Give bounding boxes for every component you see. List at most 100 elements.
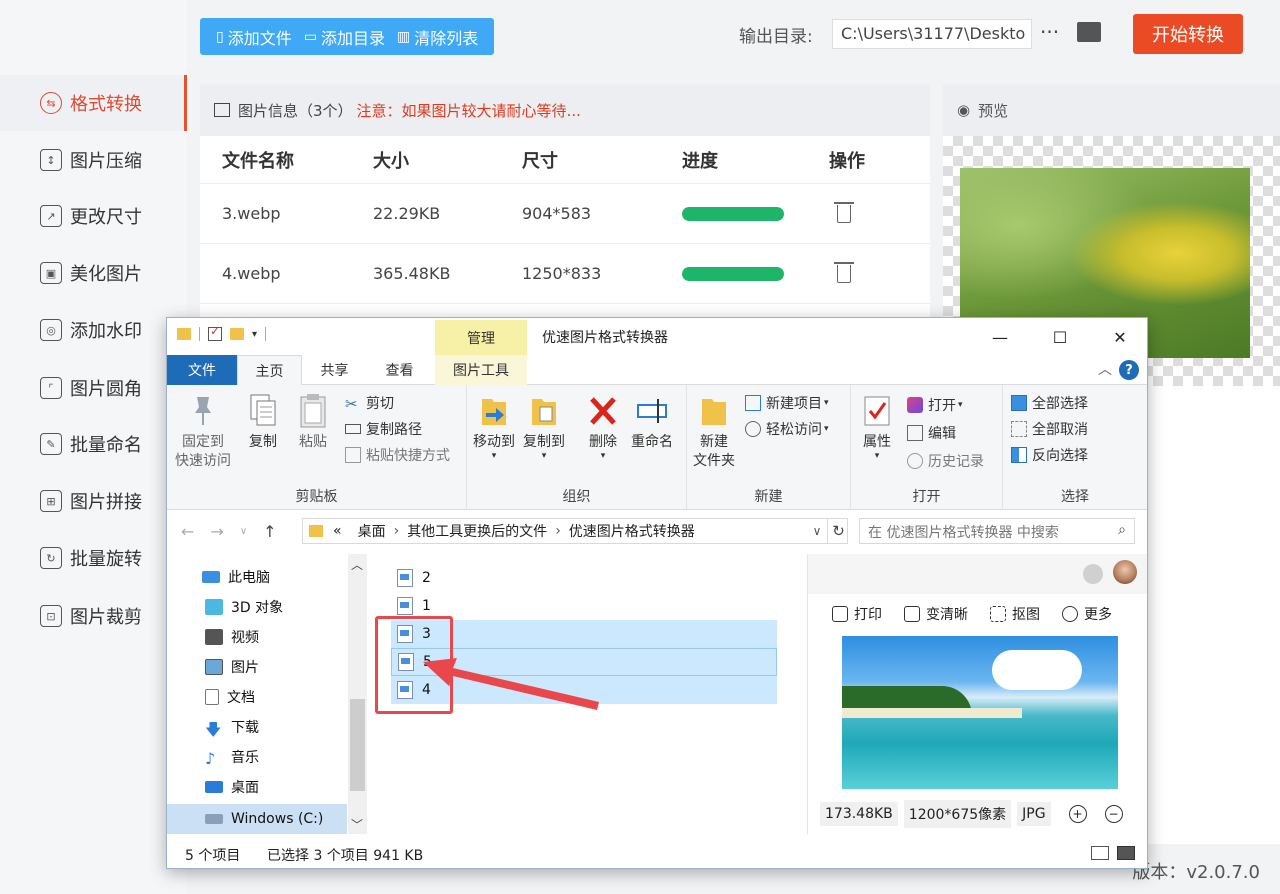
chevron-down-icon[interactable]: ∨: [240, 526, 247, 541]
easy-access-button[interactable]: 轻松访问 ▾: [745, 419, 829, 439]
copy-path-button[interactable]: 复制路径: [345, 419, 422, 439]
cut-label: 剪切: [366, 396, 394, 412]
maximize-icon[interactable]: ☐: [1047, 324, 1073, 350]
avatar[interactable]: [1113, 560, 1137, 584]
sidebar-item-resize[interactable]: ↗ 更改尺寸: [0, 188, 187, 244]
delete-icon[interactable]: [834, 201, 854, 223]
tab-home[interactable]: 主页: [237, 355, 302, 386]
folder-icon: [177, 328, 191, 340]
tab-file[interactable]: 文件: [167, 355, 237, 385]
start-convert-button[interactable]: 开始转换: [1133, 14, 1243, 54]
paste-button[interactable]: 粘贴: [297, 393, 329, 452]
tab-share[interactable]: 共享: [302, 355, 367, 385]
sidebar-item-rename[interactable]: ✎ 批量命名: [0, 416, 187, 472]
tab-view[interactable]: 查看: [367, 355, 432, 385]
cutout-button[interactable]: 抠图: [990, 604, 1040, 624]
table-row[interactable]: 4.webp 365.48KB 1250*833: [200, 244, 930, 304]
search-input[interactable]: 在 优速图片格式转换器 中搜索 ⌕: [859, 518, 1135, 544]
sidebar-item-stitch[interactable]: ⊞ 图片拼接: [0, 473, 187, 529]
nav-item-pictures[interactable]: 图片: [205, 652, 259, 682]
breadcrumb-item[interactable]: 桌面: [358, 521, 386, 541]
nav-item-music[interactable]: ♪ 音乐: [205, 742, 259, 772]
new-folder-label-2: 文件夹: [693, 453, 735, 469]
move-to-button[interactable]: 移动到 ▾: [473, 393, 515, 461]
breadcrumb-item[interactable]: 优速图片格式转换器: [569, 521, 695, 541]
history-button[interactable]: 历史记录: [907, 451, 984, 471]
copy-button[interactable]: 复制: [247, 393, 279, 452]
rename-button[interactable]: 重命名: [631, 393, 673, 452]
open-button[interactable]: 打开 ▾: [907, 395, 963, 415]
address-input[interactable]: « 桌面 › 其他工具更换后的文件 › 优速图片格式转换器: [302, 518, 848, 544]
trash-icon: ▥: [396, 28, 411, 45]
nav-item-videos[interactable]: 视频: [205, 622, 259, 652]
breadcrumb-item[interactable]: 其他工具更换后的文件: [407, 521, 547, 541]
nav-item-documents[interactable]: 文档: [205, 682, 255, 712]
minimize-icon[interactable]: —: [987, 324, 1013, 350]
nav-item-downloads[interactable]: 🡇 下载: [205, 712, 259, 742]
paste-shortcut-button[interactable]: 粘贴快捷方式: [345, 445, 450, 465]
chevron-down-icon[interactable]: ▾: [252, 329, 257, 340]
nav-item-desktop[interactable]: 桌面: [205, 772, 259, 802]
image-file-icon: [397, 569, 413, 587]
nav-item-windows-c[interactable]: Windows (C:): [167, 804, 347, 834]
delete-icon[interactable]: [834, 261, 854, 283]
delete-button[interactable]: 删除 ▾: [587, 393, 619, 461]
sidebar-item-watermark[interactable]: ◎ 添加水印: [0, 302, 187, 358]
add-dir-button[interactable]: ▭ 添加目录: [304, 25, 385, 49]
more-button[interactable]: 更多: [1062, 604, 1112, 624]
clear-list-button[interactable]: ▥ 清除列表: [397, 25, 478, 49]
invert-selection-button[interactable]: 反向选择: [1011, 445, 1088, 465]
open-folder-icon[interactable]: [1077, 22, 1101, 42]
cut-button[interactable]: ✂ 剪切: [345, 393, 394, 413]
output-dir-input[interactable]: C:\Users\31177\Deskto: [832, 19, 1032, 49]
pin-quick-access-button[interactable]: 固定到 快速访问: [175, 393, 231, 471]
chevron-down-icon[interactable]: ∨: [807, 518, 827, 544]
scroll-up-icon[interactable]: ︿: [351, 556, 363, 573]
sidebar-item-beautify[interactable]: ▣ 美化图片: [0, 245, 187, 301]
copy-to-button[interactable]: 复制到 ▾: [523, 393, 565, 461]
details-view-icon[interactable]: [1091, 846, 1109, 860]
new-item-button[interactable]: 新建项目 ▾: [745, 393, 829, 413]
manage-context-tab[interactable]: 管理: [435, 320, 527, 355]
properties-icon[interactable]: [208, 324, 222, 341]
properties-button[interactable]: 属性 ▾: [861, 393, 893, 461]
table-row[interactable]: 3.webp 22.29KB 904*583: [200, 184, 930, 244]
close-icon[interactable]: ✕: [1107, 324, 1133, 350]
music-icon: ♪: [205, 749, 216, 768]
print-button[interactable]: 打印: [832, 604, 882, 624]
up-icon[interactable]: ↑: [263, 522, 276, 541]
zoom-in-icon[interactable]: +: [1068, 805, 1087, 823]
sidebar-item-round-corner[interactable]: ⌜ 图片圆角: [0, 360, 187, 416]
tab-picture-tools[interactable]: 图片工具: [435, 355, 527, 385]
nav-item-label: 此电脑: [228, 570, 270, 586]
sidebar-item-crop[interactable]: ⊡ 图片裁剪: [0, 588, 187, 644]
file-item-name: 2: [422, 570, 431, 586]
large-icons-view-icon[interactable]: [1117, 846, 1135, 860]
new-folder-icon[interactable]: [230, 328, 244, 340]
forward-icon[interactable]: →: [210, 522, 223, 541]
select-none-button[interactable]: 全部取消: [1011, 419, 1088, 439]
nav-item-3d-objects[interactable]: 3D 对象: [205, 592, 283, 622]
sidebar-item-compress[interactable]: ↕ 图片压缩: [0, 132, 187, 188]
file-dims: 904*583: [522, 204, 592, 223]
back-icon[interactable]: ←: [181, 522, 194, 541]
select-all-button[interactable]: 全部选择: [1011, 393, 1088, 413]
refresh-icon[interactable]: ↻: [827, 518, 849, 544]
more-options-button[interactable]: ···: [1040, 20, 1059, 44]
enhance-button[interactable]: 变清晰: [904, 604, 968, 624]
help-icon[interactable]: ?: [1119, 360, 1139, 380]
edit-button[interactable]: 编辑: [907, 423, 956, 443]
add-file-button[interactable]: ▯ 添加文件: [216, 25, 292, 49]
nav-scrollbar[interactable]: ︿ ﹀: [348, 554, 367, 834]
list-item[interactable]: 2: [391, 564, 777, 592]
sidebar-item-format-convert[interactable]: ⇆ 格式转换: [0, 75, 187, 131]
breadcrumb-overflow[interactable]: «: [333, 523, 342, 539]
column-header: 操作: [829, 150, 865, 172]
new-folder-button[interactable]: 新建 文件夹: [693, 393, 735, 471]
sidebar-item-rotate[interactable]: ↻ 批量旋转: [0, 530, 187, 586]
chevron-up-icon[interactable]: ︿: [1098, 359, 1112, 379]
nav-item-this-pc[interactable]: 此电脑: [202, 562, 270, 592]
scrollbar-thumb[interactable]: [350, 699, 365, 791]
zoom-out-icon[interactable]: −: [1104, 805, 1123, 823]
scroll-down-icon[interactable]: ﹀: [351, 816, 363, 833]
